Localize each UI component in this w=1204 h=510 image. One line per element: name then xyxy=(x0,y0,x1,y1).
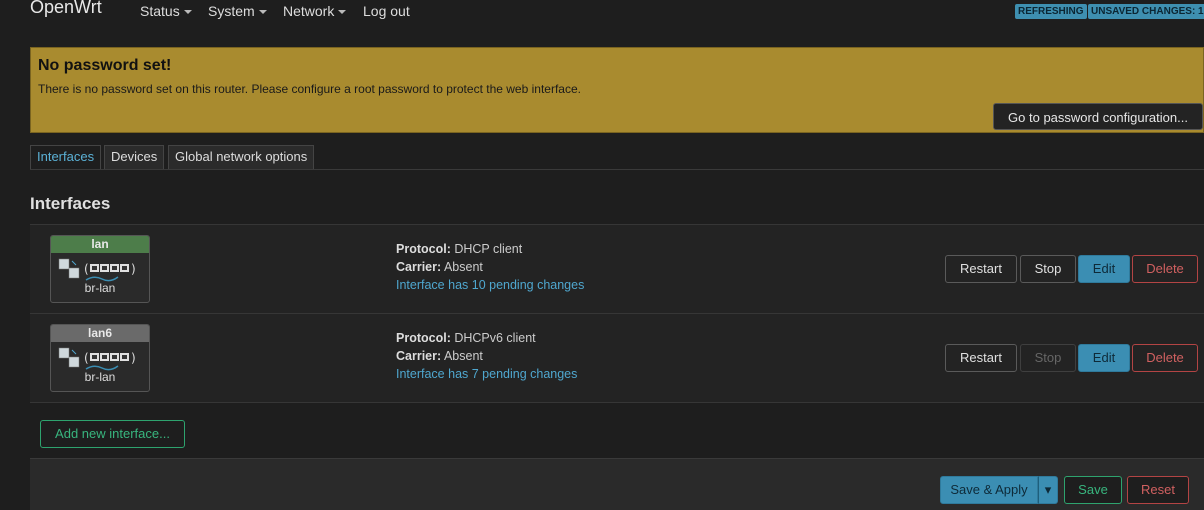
interface-name: lan6 xyxy=(51,325,149,342)
protocol-label: Protocol: xyxy=(396,331,451,345)
interface-row-lan: lan ( ) br-lan Protocol: DHCP client Car… xyxy=(30,225,1204,313)
edit-button[interactable]: Edit xyxy=(1078,255,1130,283)
add-interface-button[interactable]: Add new interface... xyxy=(40,420,185,448)
alert-text: There is no password set on this router.… xyxy=(38,82,581,96)
carrier-value: Absent xyxy=(443,260,483,274)
edit-button[interactable]: Edit xyxy=(1078,344,1130,372)
stop-button[interactable]: Stop xyxy=(1020,255,1076,283)
svg-text:): ) xyxy=(131,262,136,276)
page-actions: Save & Apply ▾ Save Reset xyxy=(30,458,1204,510)
pending-changes-link[interactable]: Interface has 10 pending changes xyxy=(396,276,584,294)
interface-name: lan xyxy=(51,236,149,253)
alert-title: No password set! xyxy=(38,57,172,74)
caret-down-icon: ▾ xyxy=(1044,482,1052,497)
menu-system-label: System xyxy=(208,3,255,19)
pending-changes-link[interactable]: Interface has 7 pending changes xyxy=(396,365,577,383)
chevron-down-icon xyxy=(258,10,267,15)
tab-devices[interactable]: Devices xyxy=(104,145,165,169)
interface-info: Protocol: DHCPv6 client Carrier: Absent … xyxy=(396,329,577,383)
network-port-icon: ( ) xyxy=(58,347,136,371)
save-button[interactable]: Save xyxy=(1064,476,1122,504)
interface-device: br-lan xyxy=(84,370,116,384)
carrier-label: Carrier: xyxy=(396,349,442,363)
protocol-value: DHCP client xyxy=(454,242,523,256)
password-alert: No password set! There is no password se… xyxy=(30,47,1204,133)
top-navbar: OpenWrt Status System Network Log out RE… xyxy=(0,0,1204,28)
menu-network[interactable]: Network xyxy=(283,3,347,19)
save-apply-button[interactable]: Save & Apply xyxy=(940,476,1038,504)
restart-button[interactable]: Restart xyxy=(945,344,1017,372)
interface-info: Protocol: DHCP client Carrier: Absent In… xyxy=(396,240,584,294)
network-port-icon: ( ) xyxy=(58,258,136,282)
stop-button: Stop xyxy=(1020,344,1076,372)
carrier-value: Absent xyxy=(443,349,483,363)
restart-button[interactable]: Restart xyxy=(945,255,1017,283)
protocol-label: Protocol: xyxy=(396,242,451,256)
delete-button[interactable]: Delete xyxy=(1132,255,1198,283)
svg-text:(: ( xyxy=(84,351,89,365)
brand-logo[interactable]: OpenWrt xyxy=(30,0,102,18)
interface-badge-lan6[interactable]: lan6 ( ) br-lan xyxy=(50,324,150,392)
refreshing-badge[interactable]: REFRESHING xyxy=(1015,4,1087,19)
menu-status[interactable]: Status xyxy=(140,3,192,19)
protocol-value: DHCPv6 client xyxy=(454,331,536,345)
tab-interfaces[interactable]: Interfaces xyxy=(30,145,102,169)
tabs-divider xyxy=(30,169,1204,170)
menu-system[interactable]: System xyxy=(208,3,267,19)
password-config-button[interactable]: Go to password configuration... xyxy=(993,103,1203,130)
reset-button[interactable]: Reset xyxy=(1127,476,1189,504)
chevron-down-icon xyxy=(183,10,192,15)
interface-badge-lan[interactable]: lan ( ) br-lan xyxy=(50,235,150,303)
svg-text:): ) xyxy=(131,351,136,365)
svg-text:(: ( xyxy=(84,262,89,276)
menu-logout[interactable]: Log out xyxy=(363,3,410,19)
menu-network-label: Network xyxy=(283,3,335,19)
save-apply-dropdown[interactable]: ▾ xyxy=(1038,476,1058,504)
unsaved-changes-badge[interactable]: UNSAVED CHANGES: 17 xyxy=(1088,4,1204,19)
tab-global-network-options[interactable]: Global network options xyxy=(168,145,315,169)
section-title: Interfaces xyxy=(30,194,111,213)
interface-device: br-lan xyxy=(84,281,116,295)
carrier-label: Carrier: xyxy=(396,260,442,274)
divider xyxy=(30,402,1204,403)
interface-row-lan6: lan6 ( ) br-lan Protocol: DHCPv6 client … xyxy=(30,314,1204,402)
chevron-down-icon xyxy=(338,10,347,15)
menu-status-label: Status xyxy=(140,3,180,19)
delete-button[interactable]: Delete xyxy=(1132,344,1198,372)
